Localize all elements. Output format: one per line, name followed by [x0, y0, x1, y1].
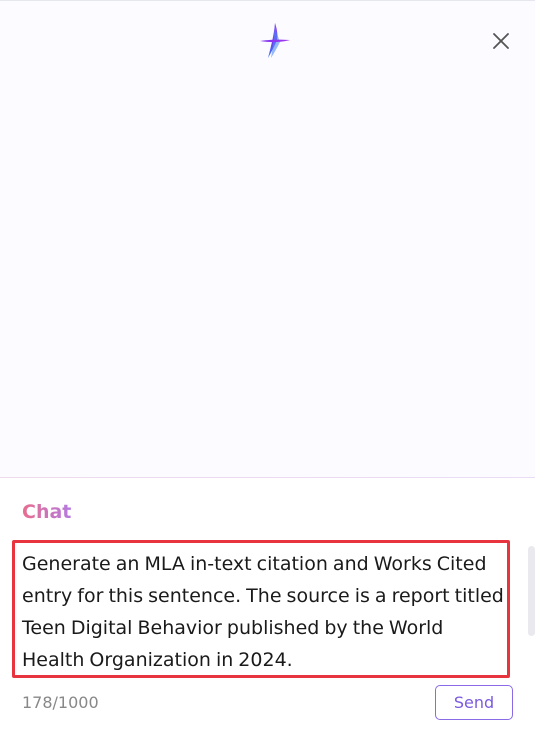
scrollbar[interactable]: [528, 546, 535, 636]
divider: [0, 477, 535, 478]
sparkle-star-icon: [257, 21, 293, 61]
character-counter: 178/1000: [22, 693, 99, 712]
close-icon[interactable]: [490, 30, 512, 52]
send-button[interactable]: Send: [435, 685, 513, 720]
chat-input[interactable]: Generate an MLA in-text citation and Wor…: [22, 548, 506, 676]
chat-history-area: [0, 0, 535, 477]
chat-title: Chat: [22, 501, 72, 523]
